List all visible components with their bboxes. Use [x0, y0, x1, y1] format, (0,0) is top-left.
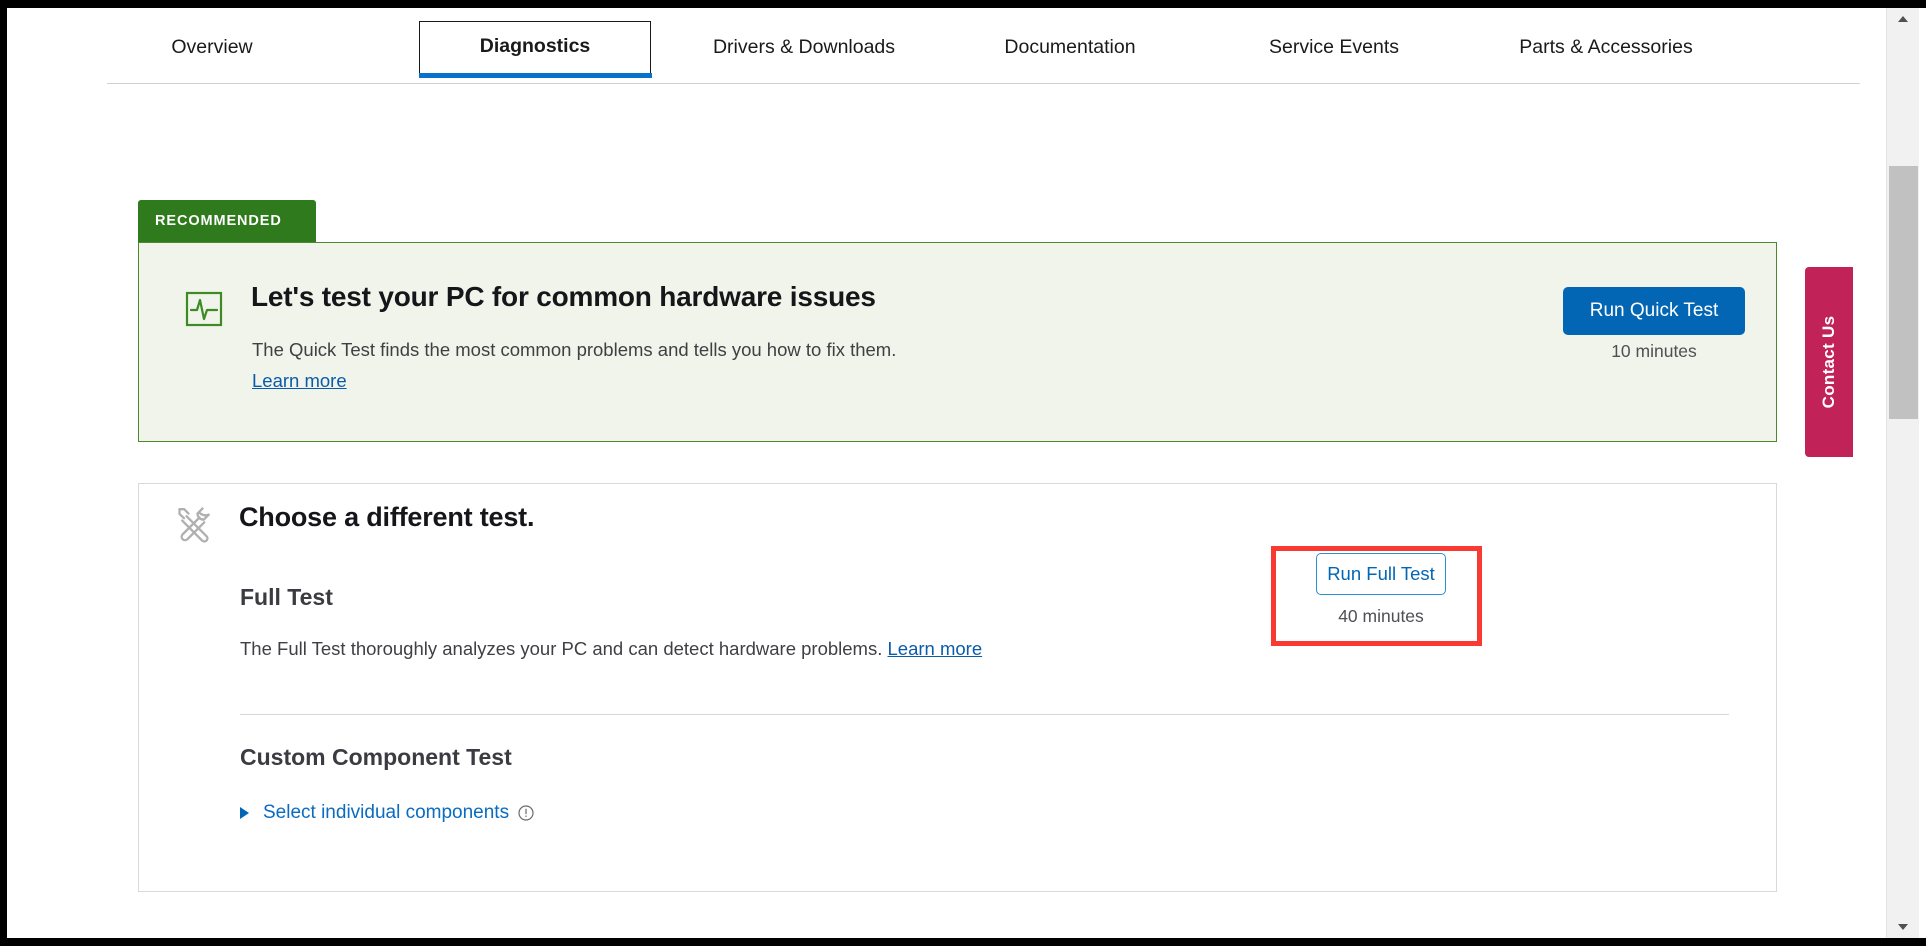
full-test-action-group: Run Full Test 40 minutes	[1291, 553, 1471, 627]
full-test-description: The Full Test thoroughly analyzes your P…	[240, 638, 982, 660]
wrench-screwdriver-icon	[173, 503, 215, 545]
select-individual-components-link[interactable]: Select individual components	[263, 802, 509, 824]
quick-test-description: The Quick Test finds the most common pro…	[252, 339, 896, 361]
page-scrollbar[interactable]	[1886, 8, 1919, 938]
nav-tab-drivers-downloads[interactable]: Drivers & Downloads	[679, 30, 929, 64]
full-test-description-text: The Full Test thoroughly analyzes your P…	[240, 638, 882, 659]
nav-tab-documentation[interactable]: Documentation	[962, 30, 1178, 64]
contact-us-rail-label: Contact Us	[1819, 316, 1839, 409]
nav-tab-parts-accessories[interactable]: Parts & Accessories	[1480, 30, 1732, 64]
nav-tab-diagnostics[interactable]: Diagnostics	[419, 21, 651, 73]
nav-tab-overview[interactable]: Overview	[127, 30, 297, 64]
custom-component-test-title: Custom Component Test	[240, 744, 512, 771]
run-quick-test-button[interactable]: Run Quick Test	[1563, 287, 1745, 335]
select-individual-components-row[interactable]: Select individual components	[240, 802, 534, 824]
browser-window: Overview Diagnostics Drivers & Downloads Do…	[0, 0, 1926, 946]
quick-test-learn-more-link[interactable]: Learn more	[252, 370, 347, 392]
contact-us-rail[interactable]: Contact Us	[1805, 267, 1853, 457]
product-nav-tabs: Overview Diagnostics Drivers & Downloads Do…	[7, 8, 1886, 84]
full-test-learn-more-link[interactable]: Learn more	[888, 638, 983, 659]
diagnostics-content: RECOMMENDED Let's test your PC for commo…	[7, 84, 1886, 938]
caret-right-icon[interactable]	[240, 807, 249, 819]
scroll-up-arrow-icon[interactable]	[1887, 8, 1920, 30]
choose-different-test-card: Choose a different test. Full Test The F…	[138, 483, 1777, 892]
nav-tab-service-events[interactable]: Service Events	[1237, 30, 1431, 64]
scroll-down-arrow-icon[interactable]	[1887, 916, 1920, 938]
info-circle-icon[interactable]	[518, 805, 534, 821]
recommended-badge: RECOMMENDED	[138, 200, 316, 242]
choose-different-test-title: Choose a different test.	[239, 502, 534, 533]
card-section-divider	[240, 714, 1729, 715]
full-test-title: Full Test	[240, 584, 333, 611]
quick-test-duration: 10 minutes	[1563, 341, 1745, 362]
full-test-duration: 40 minutes	[1291, 606, 1471, 627]
page-viewport: Overview Diagnostics Drivers & Downloads Do…	[7, 8, 1919, 938]
scrollbar-thumb[interactable]	[1889, 166, 1918, 419]
quick-test-title: Let's test your PC for common hardware i…	[251, 281, 876, 313]
quick-test-card: Let's test your PC for common hardware i…	[138, 242, 1777, 442]
pulse-monitor-icon	[185, 290, 223, 328]
run-full-test-button[interactable]: Run Full Test	[1316, 553, 1446, 595]
